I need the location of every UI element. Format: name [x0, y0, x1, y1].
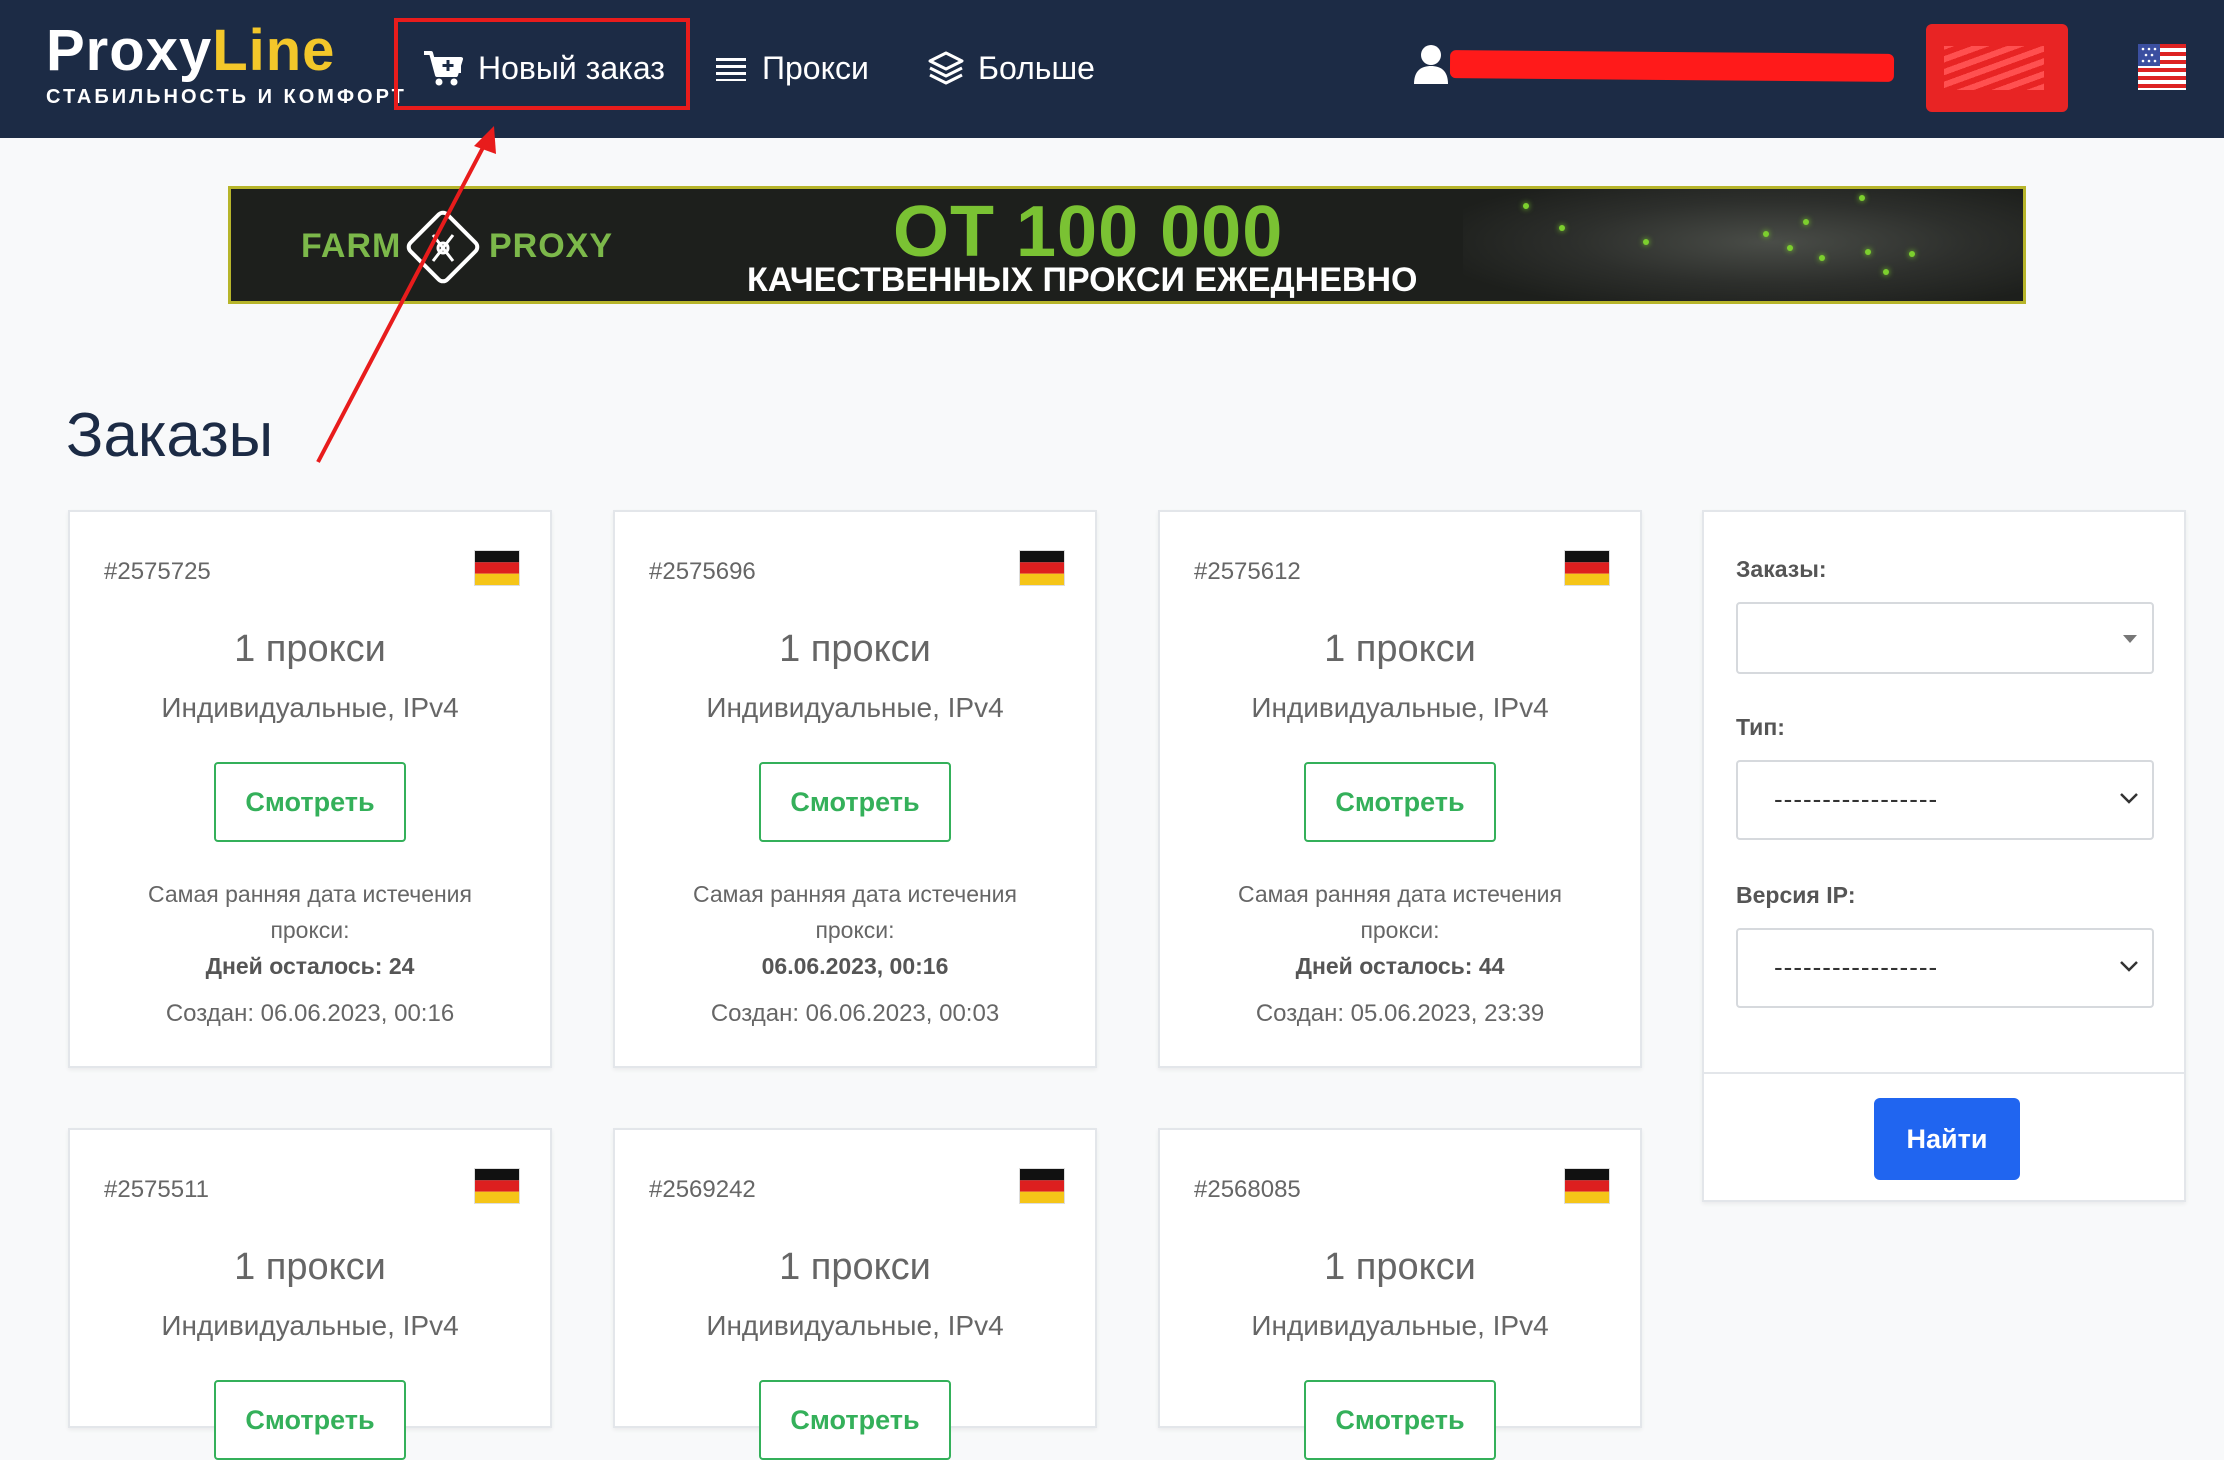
orders-filter-panel: Заказы: Тип: ----------------- Версия IP… — [1702, 510, 2186, 1202]
order-proxy-count: 1 прокси — [234, 1246, 386, 1288]
redacted-username[interactable] — [1449, 50, 1895, 82]
filter-type-label: Тип: — [1736, 714, 1785, 740]
chevron-down-icon — [2120, 961, 2138, 972]
order-card: #2575696 1 прокси Индивидуальные, IPv4 С… — [613, 510, 1097, 1068]
germany-flag-icon — [1564, 1168, 1610, 1204]
annotation-highlight-box — [394, 18, 690, 110]
order-expiry-label: Самая ранняя дата истечения прокси: — [148, 881, 472, 943]
chevron-down-icon — [2120, 793, 2138, 804]
order-id: #2575612 — [1194, 558, 1301, 585]
order-card: #2575612 1 прокси Индивидуальные, IPv4 С… — [1158, 510, 1642, 1068]
order-proxy-type: Индивидуальные, IPv4 — [161, 692, 459, 723]
logo-wordmark: ProxyLine — [46, 22, 407, 80]
filter-divider — [1704, 1072, 2184, 1074]
order-id: #2575725 — [104, 558, 211, 585]
type-select-value: ----------------- — [1774, 784, 1939, 814]
page-title: Заказы — [66, 401, 274, 470]
view-order-button[interactable]: Смотреть — [1304, 762, 1496, 842]
order-expiry-value: Дней осталось: 44 — [1295, 953, 1505, 979]
order-proxy-count: 1 прокси — [779, 628, 931, 670]
banner-subline: КАЧЕСТВЕННЫХ ПРОКСИ ЕЖЕДНЕВНО — [747, 261, 1418, 299]
order-proxy-type: Индивидуальные, IPv4 — [706, 692, 1004, 723]
type-select[interactable]: ----------------- — [1736, 760, 2154, 840]
order-proxy-type: Индивидуальные, IPv4 — [1251, 1310, 1549, 1341]
order-proxy-count: 1 прокси — [779, 1246, 931, 1288]
banner-brand-proxy: PROXY — [489, 227, 614, 265]
annotation-arrow — [316, 126, 496, 463]
view-order-button[interactable]: Смотреть — [214, 762, 406, 842]
order-card: #2568085 1 прокси Индивидуальные, IPv4 С… — [1158, 1128, 1642, 1460]
orders-select[interactable] — [1736, 602, 2154, 674]
order-card: #2575725 1 прокси Индивидуальные, IPv4 С… — [68, 510, 552, 1068]
layers-icon — [928, 51, 964, 85]
order-created: Создан: 06.06.2023, 00:16 — [165, 1000, 455, 1027]
order-expiry-label: Самая ранняя дата истечения прокси: — [693, 881, 1017, 943]
proxyline-logo[interactable]: ProxyLine СТАБИЛЬНОСТЬ И КОМФОРТ — [46, 22, 407, 109]
order-id: #2569242 — [649, 1176, 756, 1203]
nav-proxies[interactable]: Прокси — [716, 38, 869, 98]
order-id: #2575696 — [649, 558, 756, 585]
order-created: Создан: 05.06.2023, 23:39 — [1255, 1000, 1545, 1027]
order-expiry-value: Дней осталось: 24 — [205, 953, 415, 979]
germany-flag-icon — [474, 1168, 520, 1204]
view-order-button[interactable]: Смотреть — [759, 1380, 951, 1460]
order-card: #2569242 1 прокси Индивидуальные, IPv4 С… — [613, 1128, 1097, 1460]
logo-tagline: СТАБИЛЬНОСТЬ И КОМФОРТ — [46, 86, 407, 108]
ip-version-select[interactable]: ----------------- — [1736, 928, 2154, 1008]
order-id: #2575511 — [104, 1176, 209, 1203]
logo-part-proxy: Proxy — [46, 18, 213, 83]
order-expiry: Самая ранняя дата истечения прокси: Дней … — [1200, 876, 1600, 984]
order-expiry-value: 06.06.2023, 00:16 — [761, 953, 949, 979]
logo-part-line: Line — [212, 18, 336, 83]
germany-flag-icon — [1019, 1168, 1065, 1204]
order-proxy-type: Индивидуальные, IPv4 — [706, 1310, 1004, 1341]
nav-more-label: Больше — [978, 49, 1095, 86]
order-proxy-count: 1 прокси — [1324, 628, 1476, 670]
order-created: Создан: 06.06.2023, 00:03 — [710, 1000, 1000, 1027]
ip-version-select-value: ----------------- — [1774, 952, 1939, 982]
nav-more[interactable]: Больше — [928, 38, 1095, 98]
germany-flag-icon — [1019, 550, 1065, 586]
order-proxy-type: Индивидуальные, IPv4 — [1251, 692, 1549, 723]
order-proxy-count: 1 прокси — [234, 628, 386, 670]
list-icon — [716, 58, 746, 81]
us-flag-icon[interactable] — [2138, 44, 2186, 90]
user-icon[interactable] — [1414, 44, 1448, 84]
caret-down-icon — [2123, 635, 2137, 643]
order-id: #2568085 — [1194, 1176, 1301, 1203]
order-expiry: Самая ранняя дата истечения прокси: 06.06… — [655, 876, 1055, 984]
order-proxy-count: 1 прокси — [1324, 1246, 1476, 1288]
order-expiry: Самая ранняя дата истечения прокси: Дней … — [110, 876, 510, 984]
filter-orders-label: Заказы: — [1736, 556, 1827, 582]
germany-flag-icon — [1564, 550, 1610, 586]
redacted-balance-button[interactable] — [1926, 24, 2068, 112]
order-proxy-type: Индивидуальные, IPv4 — [161, 1310, 459, 1341]
view-order-button[interactable]: Смотреть — [214, 1380, 406, 1460]
order-expiry-label: Самая ранняя дата истечения прокси: — [1238, 881, 1562, 943]
order-card: #2575511 1 прокси Индивидуальные, IPv4 С… — [68, 1128, 552, 1460]
world-map-graphic — [1463, 189, 2023, 301]
view-order-button[interactable]: Смотреть — [1304, 1380, 1496, 1460]
view-order-button[interactable]: Смотреть — [759, 762, 951, 842]
nav-proxies-label: Прокси — [762, 49, 869, 86]
filter-ip-version-label: Версия IP: — [1736, 882, 1856, 908]
search-button[interactable]: Найти — [1874, 1098, 2020, 1180]
germany-flag-icon — [474, 550, 520, 586]
